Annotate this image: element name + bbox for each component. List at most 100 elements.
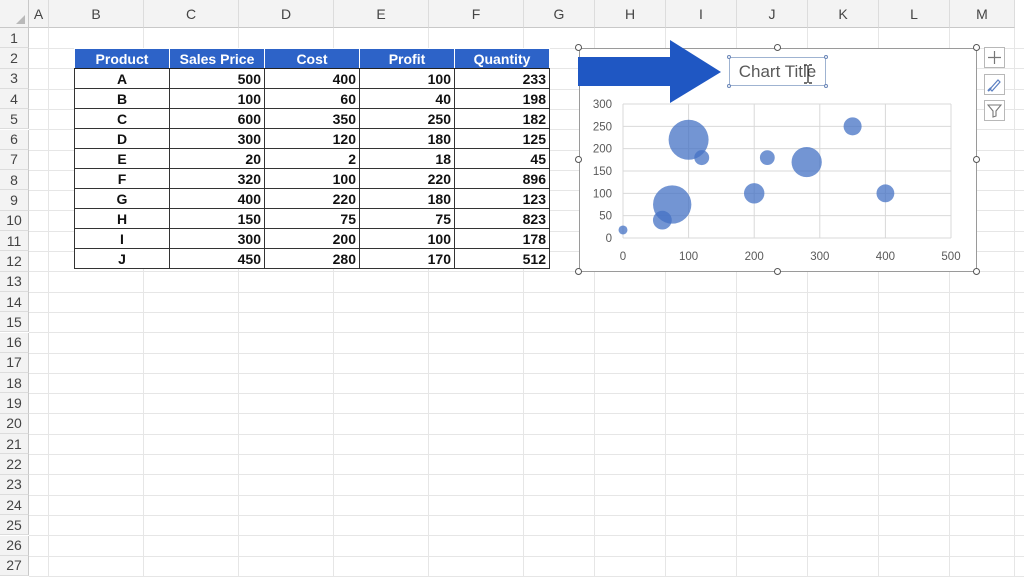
select-all-corner[interactable]: [0, 0, 29, 28]
row-header-8[interactable]: 8: [0, 170, 29, 191]
header-cell[interactable]: Sales Price: [169, 48, 265, 69]
table-cell[interactable]: 125: [454, 128, 550, 149]
row-header-12[interactable]: 12: [0, 251, 29, 272]
table-cell[interactable]: 896: [454, 168, 550, 189]
table-cell[interactable]: B: [74, 88, 170, 109]
row-header-7[interactable]: 7: [0, 149, 29, 171]
row-header-21[interactable]: 21: [0, 434, 29, 455]
column-header-j[interactable]: J: [737, 0, 808, 28]
table-cell[interactable]: J: [74, 248, 170, 269]
row-header-14[interactable]: 14: [0, 291, 29, 313]
table-cell[interactable]: 600: [169, 108, 265, 129]
chart-resize-handle[interactable]: [575, 156, 582, 163]
column-header-m[interactable]: M: [950, 0, 1015, 28]
chart-filters-button[interactable]: [984, 100, 1005, 121]
table-cell[interactable]: 100: [359, 68, 455, 89]
chart-elements-button[interactable]: [984, 47, 1005, 68]
data-table[interactable]: Product Sales Price Cost Profit Quantity…: [74, 48, 550, 269]
table-cell[interactable]: A: [74, 68, 170, 89]
table-cell[interactable]: 350: [264, 108, 360, 129]
table-cell[interactable]: 512: [454, 248, 550, 269]
table-cell[interactable]: 280: [264, 248, 360, 269]
row-header-26[interactable]: 26: [0, 535, 29, 556]
row-header-5[interactable]: 5: [0, 109, 29, 130]
arrow-shape[interactable]: [578, 40, 723, 104]
column-header-h[interactable]: H: [595, 0, 666, 28]
table-cell[interactable]: 300: [169, 128, 265, 149]
row-header-6[interactable]: 6: [0, 129, 29, 150]
table-cell[interactable]: F: [74, 168, 170, 189]
table-cell[interactable]: 100: [359, 228, 455, 249]
row-header-19[interactable]: 19: [0, 393, 29, 414]
header-cell[interactable]: Product: [74, 48, 170, 69]
table-cell[interactable]: 320: [169, 168, 265, 189]
row-header-25[interactable]: 25: [0, 515, 29, 536]
table-cell[interactable]: 250: [359, 108, 455, 129]
title-resize-handle[interactable]: [824, 55, 828, 59]
column-header-f[interactable]: F: [429, 0, 524, 28]
table-cell[interactable]: 180: [359, 128, 455, 149]
header-cell[interactable]: Quantity: [454, 48, 550, 69]
table-cell[interactable]: 150: [169, 208, 265, 229]
table-cell[interactable]: 198: [454, 88, 550, 109]
header-cell[interactable]: Profit: [359, 48, 455, 69]
chart-resize-handle[interactable]: [973, 44, 980, 51]
table-cell[interactable]: 220: [359, 168, 455, 189]
header-cell[interactable]: Cost: [264, 48, 360, 69]
row-header-10[interactable]: 10: [0, 210, 29, 231]
table-cell[interactable]: 400: [264, 68, 360, 89]
table-cell[interactable]: 300: [169, 228, 265, 249]
title-resize-handle[interactable]: [824, 84, 828, 88]
table-cell[interactable]: 2: [264, 148, 360, 169]
table-cell[interactable]: 120: [264, 128, 360, 149]
table-cell[interactable]: 500: [169, 68, 265, 89]
table-cell[interactable]: 45: [454, 148, 550, 169]
row-header-4[interactable]: 4: [0, 88, 29, 110]
table-cell[interactable]: 40: [359, 88, 455, 109]
table-cell[interactable]: H: [74, 208, 170, 229]
table-cell[interactable]: E: [74, 148, 170, 169]
chart-resize-handle[interactable]: [575, 268, 582, 275]
row-header-13[interactable]: 13: [0, 271, 29, 292]
row-header-1[interactable]: 1: [0, 28, 29, 49]
row-header-20[interactable]: 20: [0, 413, 29, 434]
row-header-11[interactable]: 11: [0, 231, 29, 252]
table-cell[interactable]: 170: [359, 248, 455, 269]
table-cell[interactable]: 220: [264, 188, 360, 209]
row-header-22[interactable]: 22: [0, 454, 29, 475]
table-cell[interactable]: 233: [454, 68, 550, 89]
column-header-a[interactable]: A: [29, 0, 49, 28]
row-header-16[interactable]: 16: [0, 332, 29, 353]
table-cell[interactable]: 450: [169, 248, 265, 269]
row-header-18[interactable]: 18: [0, 373, 29, 394]
table-cell[interactable]: 18: [359, 148, 455, 169]
table-cell[interactable]: 75: [264, 208, 360, 229]
table-cell[interactable]: 75: [359, 208, 455, 229]
chart-resize-handle[interactable]: [774, 44, 781, 51]
table-cell[interactable]: 123: [454, 188, 550, 209]
row-header-17[interactable]: 17: [0, 352, 29, 374]
table-cell[interactable]: 823: [454, 208, 550, 229]
table-cell[interactable]: I: [74, 228, 170, 249]
table-cell[interactable]: 180: [359, 188, 455, 209]
row-header-9[interactable]: 9: [0, 190, 29, 211]
table-cell[interactable]: C: [74, 108, 170, 129]
table-cell[interactable]: D: [74, 128, 170, 149]
row-header-24[interactable]: 24: [0, 494, 29, 516]
table-cell[interactable]: 400: [169, 188, 265, 209]
table-cell[interactable]: 60: [264, 88, 360, 109]
table-cell[interactable]: 100: [264, 168, 360, 189]
column-header-c[interactable]: C: [144, 0, 239, 28]
column-header-g[interactable]: G: [524, 0, 595, 28]
table-cell[interactable]: 182: [454, 108, 550, 129]
row-header-3[interactable]: 3: [0, 68, 29, 89]
table-cell[interactable]: G: [74, 188, 170, 209]
chart-resize-handle[interactable]: [774, 268, 781, 275]
chart-resize-handle[interactable]: [973, 268, 980, 275]
row-header-23[interactable]: 23: [0, 474, 29, 495]
table-cell[interactable]: 20: [169, 148, 265, 169]
title-resize-handle[interactable]: [727, 55, 731, 59]
table-cell[interactable]: 178: [454, 228, 550, 249]
chart-resize-handle[interactable]: [973, 156, 980, 163]
chart-resize-handle[interactable]: [575, 44, 582, 51]
